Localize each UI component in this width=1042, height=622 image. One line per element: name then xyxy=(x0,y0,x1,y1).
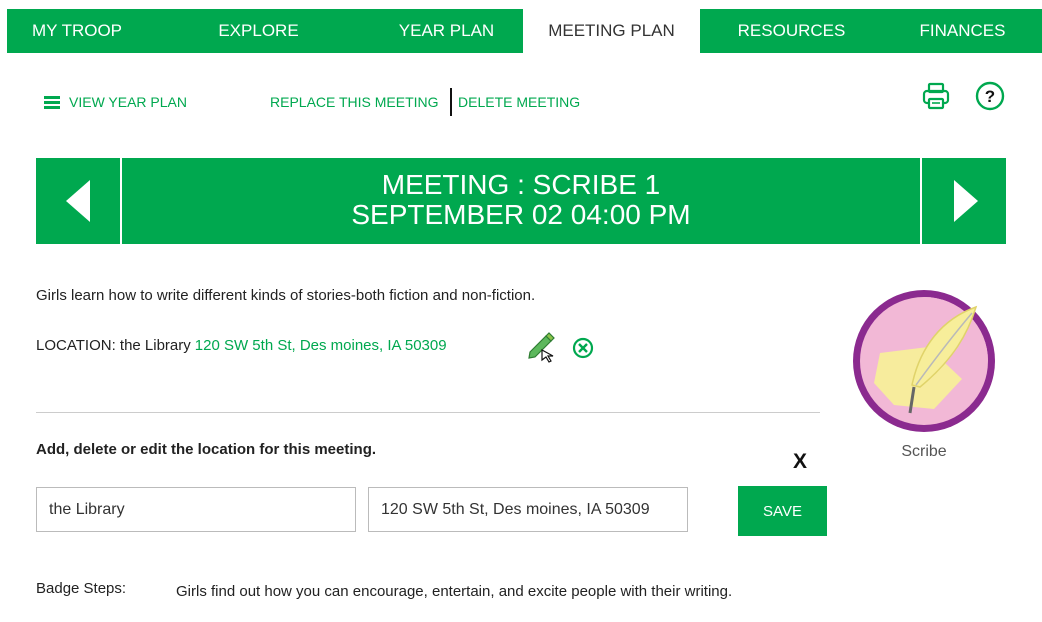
next-meeting-button[interactable] xyxy=(920,158,1006,244)
tab-finances[interactable]: FINANCES xyxy=(883,9,1042,53)
badge-steps-label: Badge Steps: xyxy=(36,580,127,597)
meeting-banner: MEETING : SCRIBE 1 SEPTEMBER 02 04:00 PM xyxy=(36,158,1006,244)
meeting-title: MEETING : SCRIBE 1 xyxy=(381,169,661,200)
replace-meeting-link[interactable]: REPLACE THIS MEETING xyxy=(270,94,439,110)
tab-resources[interactable]: RESOURCES xyxy=(700,9,883,53)
save-location-button[interactable]: SAVE xyxy=(738,486,827,536)
location-line: LOCATION: the Library 120 SW 5th St, Des… xyxy=(36,337,447,354)
print-icon[interactable] xyxy=(920,80,952,112)
section-divider xyxy=(36,412,820,413)
badge-steps-text: Girls find out how you can encourage, en… xyxy=(176,583,733,600)
help-icon[interactable]: ? xyxy=(974,80,1006,112)
delete-meeting-link[interactable]: DELETE MEETING xyxy=(458,94,580,110)
chevron-left-icon xyxy=(66,180,90,222)
close-location-editor-button[interactable]: X xyxy=(793,450,807,474)
tab-explore[interactable]: EXPLORE xyxy=(147,9,370,53)
location-address-input[interactable] xyxy=(368,487,688,532)
tab-meeting-plan[interactable]: MEETING PLAN xyxy=(523,9,700,53)
view-year-plan-label: VIEW YEAR PLAN xyxy=(69,94,188,110)
badge-caption: Scribe xyxy=(901,443,947,460)
meeting-title-block: MEETING : SCRIBE 1 SEPTEMBER 02 04:00 PM xyxy=(122,170,920,230)
edit-location-pencil-icon[interactable] xyxy=(524,328,560,364)
location-address-link[interactable]: 120 SW 5th St, Des moines, IA 50309 xyxy=(195,337,447,354)
chevron-right-icon xyxy=(954,180,978,222)
meeting-date: SEPTEMBER 02 04:00 PM xyxy=(351,199,691,230)
tab-year-plan[interactable]: YEAR PLAN xyxy=(370,9,523,53)
location-label: LOCATION: the Library xyxy=(36,337,191,354)
location-name-input[interactable] xyxy=(36,487,356,532)
list-icon xyxy=(44,95,60,109)
view-year-plan-link[interactable]: VIEW YEAR PLAN xyxy=(44,94,187,110)
svg-text:?: ? xyxy=(985,87,995,106)
scribe-badge-image xyxy=(850,287,998,435)
toolbar-divider xyxy=(450,88,452,116)
previous-meeting-button[interactable] xyxy=(36,158,122,244)
location-editor-instruction: Add, delete or edit the location for thi… xyxy=(36,441,377,458)
top-nav: MY TROOP EXPLORE YEAR PLAN MEETING PLAN … xyxy=(7,9,1042,53)
remove-location-icon[interactable] xyxy=(572,337,594,359)
meeting-description: Girls learn how to write different kinds… xyxy=(36,287,536,304)
tab-my-troop[interactable]: MY TROOP xyxy=(7,9,147,53)
